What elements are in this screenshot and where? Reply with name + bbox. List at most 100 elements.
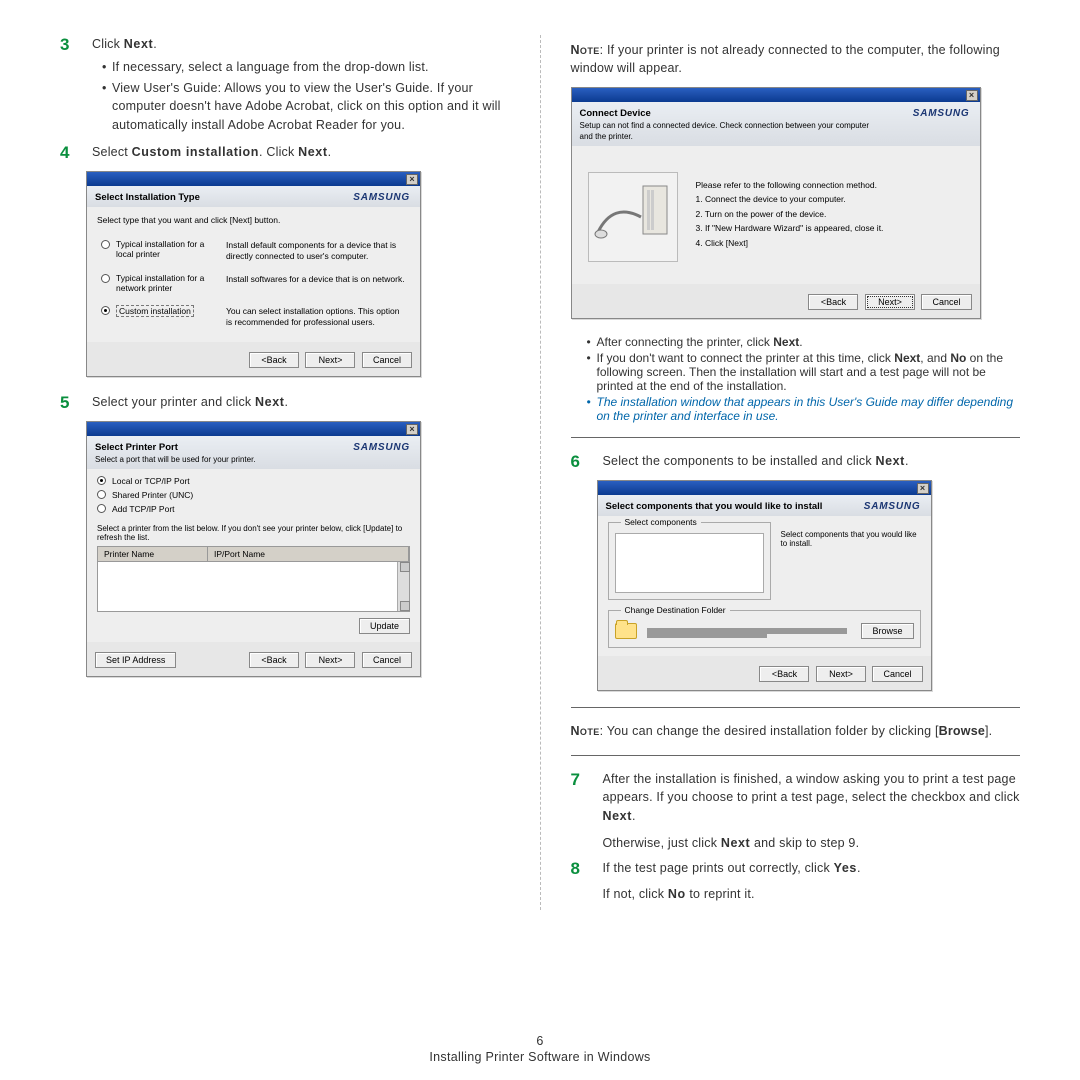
- window-title: Select components that you would like to…: [606, 501, 823, 512]
- text: .: [153, 37, 157, 51]
- text: . Click: [259, 145, 298, 159]
- radio-desc: Install softwares for a device that is o…: [226, 273, 405, 285]
- radio-label: Local or TCP/IP Port: [112, 475, 190, 489]
- note-browse: Note: You can change the desired install…: [571, 722, 1021, 740]
- separator: [571, 755, 1021, 756]
- text: If not, click: [603, 887, 668, 901]
- window-subtitle: Select type that you want and click [Nex…: [97, 215, 410, 225]
- next-button[interactable]: Next>: [816, 666, 866, 682]
- action-next: Next: [875, 454, 905, 468]
- step-number: 5: [60, 393, 76, 413]
- text: Select the components to be installed an…: [603, 454, 876, 468]
- opt-custom: Custom installation: [132, 145, 259, 159]
- browse-button[interactable]: Browse: [861, 623, 913, 639]
- action-next: Next: [721, 836, 751, 850]
- radio-label: Typical installation for a local printer: [116, 239, 216, 259]
- step-3: 3 Click Next. If necessary, select a lan…: [60, 35, 510, 137]
- back-button[interactable]: <Back: [759, 666, 809, 682]
- note-text: : You can change the desired installatio…: [600, 724, 939, 738]
- step-6: 6 Select the components to be installed …: [571, 452, 1021, 472]
- action-next: Next: [298, 145, 328, 159]
- separator: [571, 707, 1021, 708]
- text: .: [632, 809, 636, 823]
- radio-shared-unc[interactable]: Shared Printer (UNC): [97, 489, 410, 503]
- set-ip-button[interactable]: Set IP Address: [95, 652, 176, 668]
- radio-label: Typical installation for a network print…: [116, 273, 216, 293]
- text: Select your printer and click: [92, 395, 255, 409]
- radio-desc: You can select installation options. Thi…: [226, 305, 406, 327]
- select-components-window: × Select components that you would like …: [597, 480, 932, 691]
- action-no: No: [668, 887, 686, 901]
- col-ip-port: IP/Port Name: [208, 547, 409, 561]
- action-yes: Yes: [834, 861, 857, 875]
- window-subtitle: Select a port that will be used for your…: [95, 455, 412, 465]
- scrollbar[interactable]: [397, 562, 409, 611]
- connect-intro: Please refer to the following connection…: [696, 178, 884, 192]
- radio-custom[interactable]: Custom installation: [101, 305, 216, 317]
- text: .: [328, 145, 332, 159]
- destination-path: [647, 628, 847, 634]
- page-number: 6: [0, 1034, 1080, 1048]
- footer-text: Installing Printer Software in Windows: [429, 1050, 650, 1064]
- action-next: Next: [773, 335, 799, 349]
- step-7: 7 After the installation is finished, a …: [571, 770, 1021, 853]
- text: .: [285, 395, 289, 409]
- connect-step: 4. Click [Next]: [696, 236, 884, 250]
- left-column: 3 Click Next. If necessary, select a lan…: [60, 35, 510, 910]
- radio-desc: Install default components for a device …: [226, 239, 406, 261]
- folder-icon: [615, 623, 637, 639]
- step-8: 8 If the test page prints out correctly,…: [571, 859, 1021, 905]
- radio-label: Shared Printer (UNC): [112, 489, 193, 503]
- text: .: [857, 861, 861, 875]
- dest-label: Change Destination Folder: [621, 605, 730, 615]
- connect-step: 3. If "New Hardware Wizard" is appeared,…: [696, 221, 884, 235]
- step-number: 6: [571, 452, 587, 472]
- next-button[interactable]: Next>: [865, 294, 915, 310]
- hint-text: Select a printer from the list below. If…: [97, 524, 410, 542]
- window-title: Select Printer Port: [95, 442, 178, 453]
- note-label: Note: [571, 724, 600, 738]
- note-text: : If your printer is not already connect…: [571, 43, 1000, 75]
- cancel-button[interactable]: Cancel: [872, 666, 922, 682]
- update-button[interactable]: Update: [359, 618, 410, 634]
- step-number: 3: [60, 35, 76, 55]
- column-divider: [540, 35, 541, 910]
- cancel-button[interactable]: Cancel: [362, 352, 412, 368]
- browse-ref: Browse: [939, 724, 985, 738]
- radio-local-tcpip[interactable]: Local or TCP/IP Port: [97, 475, 410, 489]
- text: Click: [92, 37, 124, 51]
- cancel-button[interactable]: Cancel: [921, 294, 971, 310]
- back-button[interactable]: <Back: [249, 652, 299, 668]
- samsung-logo: SAMSUNG: [353, 442, 410, 453]
- radio-typical-network[interactable]: Typical installation for a network print…: [101, 273, 216, 293]
- back-button[interactable]: <Back: [249, 352, 299, 368]
- text: Otherwise, just click: [603, 836, 721, 850]
- radio-add-tcpip[interactable]: Add TCP/IP Port: [97, 503, 410, 517]
- samsung-logo: SAMSUNG: [864, 501, 921, 512]
- close-icon[interactable]: ×: [406, 424, 418, 435]
- bullet: After connecting the printer, click Next…: [587, 335, 1021, 349]
- action-next: Next: [255, 395, 285, 409]
- bullet: If you don't want to connect the printer…: [587, 351, 1021, 393]
- text: to reprint it.: [686, 887, 755, 901]
- close-icon[interactable]: ×: [917, 483, 929, 494]
- action-next: Next: [894, 351, 920, 365]
- group-label: Select components: [621, 517, 701, 527]
- cancel-button[interactable]: Cancel: [362, 652, 412, 668]
- next-button[interactable]: Next>: [305, 352, 355, 368]
- close-icon[interactable]: ×: [966, 90, 978, 101]
- action-no: No: [950, 351, 966, 365]
- separator: [571, 437, 1021, 438]
- back-button[interactable]: <Back: [808, 294, 858, 310]
- titlebar: ×: [87, 172, 420, 186]
- page-footer: 6 Installing Printer Software in Windows: [0, 1034, 1080, 1064]
- step-number: 8: [571, 859, 587, 879]
- components-list[interactable]: [615, 533, 764, 593]
- note-text: ].: [985, 724, 992, 738]
- radio-typical-local[interactable]: Typical installation for a local printer: [101, 239, 216, 259]
- note-label: Note: [571, 43, 600, 57]
- printer-list[interactable]: [97, 562, 410, 612]
- next-button[interactable]: Next>: [305, 652, 355, 668]
- close-icon[interactable]: ×: [406, 174, 418, 185]
- right-column: Note: If your printer is not already con…: [571, 35, 1021, 910]
